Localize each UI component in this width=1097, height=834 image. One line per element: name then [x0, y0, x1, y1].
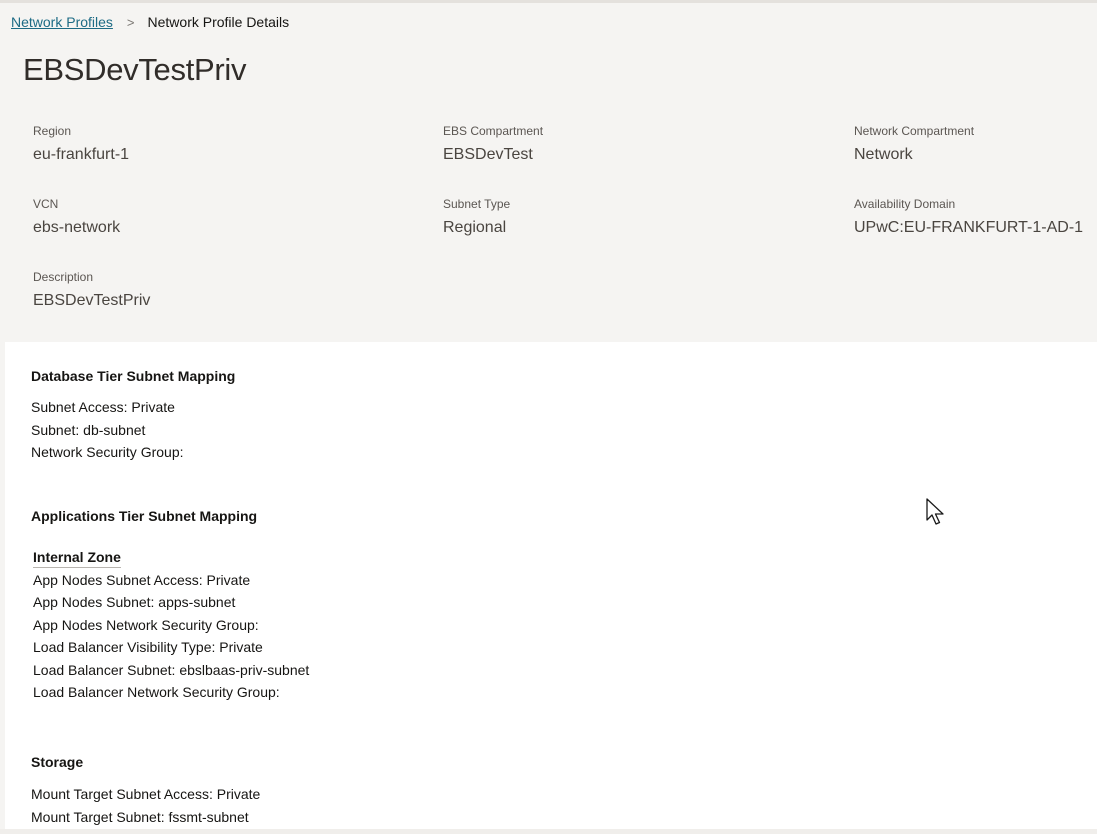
detail-region: Region eu-frankfurt-1 — [33, 123, 129, 165]
detail-region-label: Region — [33, 124, 72, 138]
detail-vcn-value: ebs-network — [33, 219, 121, 236]
db-tier-subnet: Subnet: db-subnet — [31, 422, 146, 438]
breadcrumb-separator: > — [126, 15, 135, 30]
apps-tier-app-nodes-subnet: App Nodes Subnet: apps-subnet — [33, 594, 236, 610]
mouse-pointer-icon — [926, 498, 944, 525]
detail-availability-domain-value: UPwC:EU-FRANKFURT-1-AD-1 — [854, 219, 1084, 236]
breadcrumb-link-network-profiles[interactable]: Network Profiles — [11, 14, 113, 30]
storage-mount-target-subnet: Mount Target Subnet: fssmt-subnet — [31, 809, 249, 825]
db-tier-network-security-group: Network Security Group: — [31, 444, 184, 460]
detail-description-label: Description — [33, 270, 94, 284]
db-tier-subnet-access: Subnet Access: Private — [31, 399, 175, 415]
apps-tier-section-title: Applications Tier Subnet Mapping — [31, 508, 258, 524]
detail-vcn: VCN ebs-network — [33, 196, 120, 238]
apps-tier-app-nodes-nsg: App Nodes Network Security Group: — [33, 617, 259, 633]
apps-tier-lb-visibility-type: Load Balancer Visibility Type: Private — [33, 639, 263, 655]
detail-network-compartment: Network Compartment Network — [854, 123, 974, 165]
page-title: EBSDevTestPriv — [23, 52, 247, 87]
storage-mount-target-subnet-access: Mount Target Subnet Access: Private — [31, 786, 261, 802]
apps-tier-lb-subnet: Load Balancer Subnet: ebslbaas-priv-subn… — [33, 662, 310, 678]
detail-availability-domain: Availability Domain UPwC:EU-FRANKFURT-1-… — [854, 196, 1083, 238]
top-border — [0, 0, 1097, 3]
detail-subnet-type: Subnet Type Regional — [443, 196, 510, 238]
breadcrumb: Network Profiles > Network Profile Details — [11, 13, 289, 32]
breadcrumb-current-page: Network Profile Details — [147, 14, 290, 30]
apps-tier-app-nodes-subnet-access: App Nodes Subnet Access: Private — [33, 572, 251, 588]
detail-subnet-type-value: Regional — [443, 219, 507, 236]
detail-subnet-type-label: Subnet Type — [443, 197, 511, 211]
detail-ebs-compartment-label: EBS Compartment — [443, 124, 544, 138]
detail-description: Description EBSDevTestPriv — [33, 269, 150, 311]
detail-availability-domain-label: Availability Domain — [854, 197, 956, 211]
storage-section-title: Storage — [31, 754, 84, 770]
detail-region-value: eu-frankfurt-1 — [33, 146, 130, 163]
detail-network-compartment-label: Network Compartment — [854, 124, 975, 138]
apps-tier-lb-nsg: Load Balancer Network Security Group: — [33, 684, 280, 700]
detail-vcn-label: VCN — [33, 197, 59, 211]
detail-ebs-compartment: EBS Compartment EBSDevTest — [443, 123, 543, 165]
bottom-border — [0, 829, 1097, 834]
detail-description-value: EBSDevTestPriv — [33, 292, 151, 309]
detail-network-compartment-value: Network — [854, 146, 913, 163]
db-tier-section-title: Database Tier Subnet Mapping — [31, 368, 236, 384]
internal-zone-title: Internal Zone — [33, 548, 121, 568]
detail-ebs-compartment-value: EBSDevTest — [443, 146, 533, 163]
